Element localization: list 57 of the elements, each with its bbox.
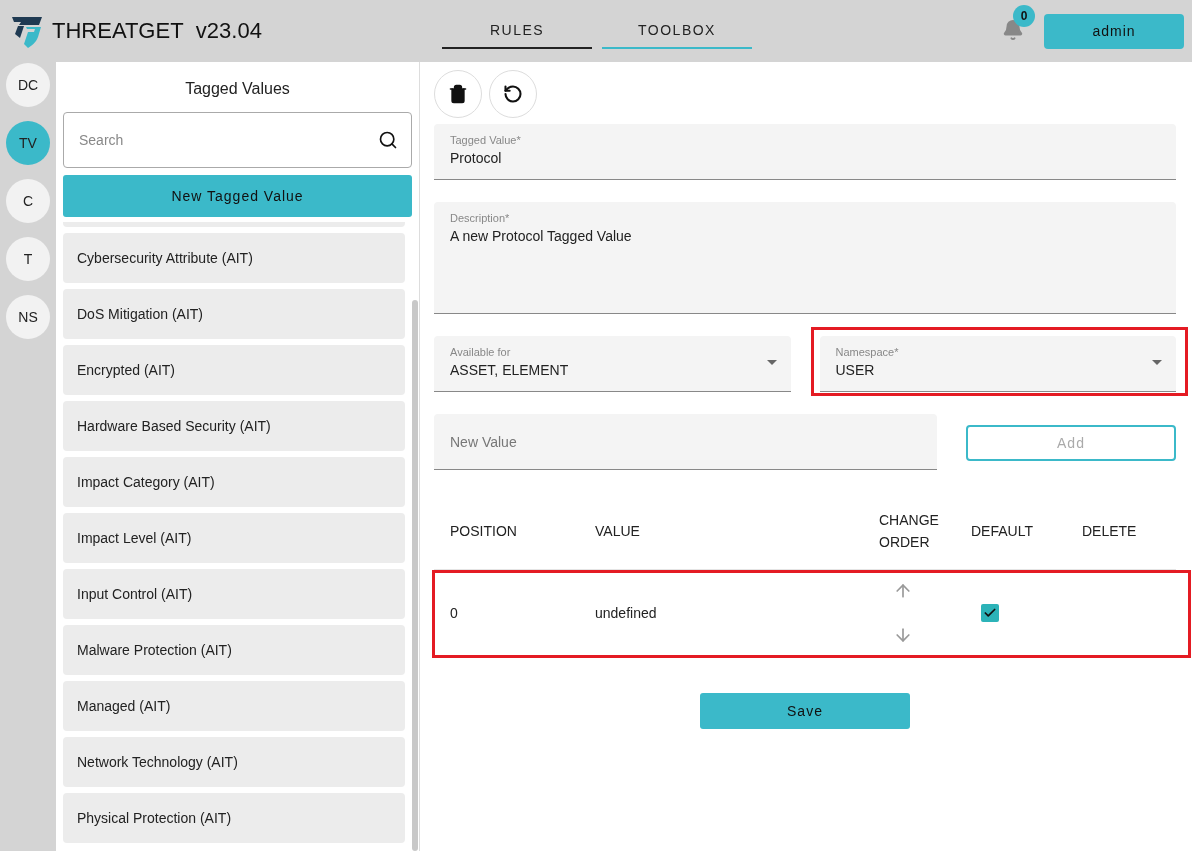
app-title: THREATGET v23.04	[52, 18, 262, 44]
list-item[interactable]: Malware Protection (AIT)	[63, 625, 405, 675]
rail-button[interactable]: T	[6, 237, 50, 281]
field-label: Description*	[450, 212, 511, 224]
save-button[interactable]: Save	[700, 693, 910, 729]
list-item[interactable]: Physical Protection (AIT)	[63, 793, 405, 843]
notification-count: 0	[1013, 5, 1035, 27]
column-header: CHANGE ORDER	[879, 510, 940, 552]
column-header: DELETE	[1082, 521, 1138, 541]
table-cell-text: 0	[450, 605, 459, 621]
panel-title: Tagged Values	[184, 79, 291, 99]
field-label: Tagged Value*	[450, 134, 522, 146]
check-icon	[983, 606, 997, 620]
dropdown-field[interactable]: Available for ASSET, ELEMENT	[434, 336, 791, 392]
delete-button[interactable]	[434, 70, 482, 118]
list-item[interactable]: Cybersecurity Attribute (AIT)	[63, 233, 405, 283]
list-item[interactable]: Hardware Based Security (AIT)	[63, 401, 405, 451]
new-value-field[interactable]: New Value	[434, 414, 937, 470]
dropdown-caret-icon	[1152, 360, 1162, 365]
rail-button[interactable]: DC	[6, 63, 50, 107]
default-checkbox[interactable]	[981, 604, 999, 622]
column-header: VALUE	[595, 521, 641, 541]
reset-button[interactable]	[489, 70, 537, 118]
new-tagged-value-button[interactable]: New Tagged Value	[63, 175, 412, 217]
field-value: A new Protocol Tagged Value	[450, 228, 633, 244]
column-header: POSITION	[450, 521, 518, 541]
scrollbar-thumb[interactable]	[412, 300, 418, 851]
rail-button[interactable]: TV	[6, 121, 50, 165]
list-item[interactable]: Impact Category (AIT)	[63, 457, 405, 507]
user-button[interactable]: admin	[1044, 13, 1184, 49]
field-value: Protocol	[450, 150, 503, 166]
list-item[interactable]: Encrypted (AIT)	[63, 345, 405, 395]
nav-tab[interactable]: RULES	[442, 13, 592, 49]
bell-icon[interactable]	[1002, 19, 1024, 41]
field-label: Namespace*	[835, 346, 900, 358]
list-item[interactable]: Impact Level (AIT)	[63, 513, 405, 563]
trash-icon	[448, 84, 468, 104]
nav-tab[interactable]: TOOLBOX	[602, 13, 752, 49]
column-header: DEFAULT	[971, 521, 1034, 541]
list-item[interactable]: Network Technology (AIT)	[63, 737, 405, 787]
text-area[interactable]: Description* A new Protocol Tagged Value	[434, 202, 1176, 314]
list-item[interactable]: Input Control (AIT)	[63, 569, 405, 619]
search-icon[interactable]	[378, 130, 398, 150]
dropdown-caret-icon	[766, 360, 777, 365]
dropdown-field[interactable]: Namespace* USER	[819, 336, 1176, 392]
list-item[interactable]: DoS Mitigation (AIT)	[63, 289, 405, 339]
shield-logo-icon	[10, 14, 44, 48]
field-value: USER	[835, 362, 876, 378]
list-item[interactable]: Managed (AIT)	[63, 681, 405, 731]
reset-icon	[503, 84, 523, 104]
table-cell-text: undefined	[595, 605, 658, 621]
text-field[interactable]: Tagged Value* Protocol	[434, 124, 1176, 180]
field-value: ASSET, ELEMENT	[450, 362, 570, 378]
rail-button[interactable]: C	[6, 179, 50, 223]
search-field[interactable]: Search	[63, 112, 412, 168]
field-label: Available for	[450, 346, 512, 358]
rail-button[interactable]: NS	[6, 295, 50, 339]
